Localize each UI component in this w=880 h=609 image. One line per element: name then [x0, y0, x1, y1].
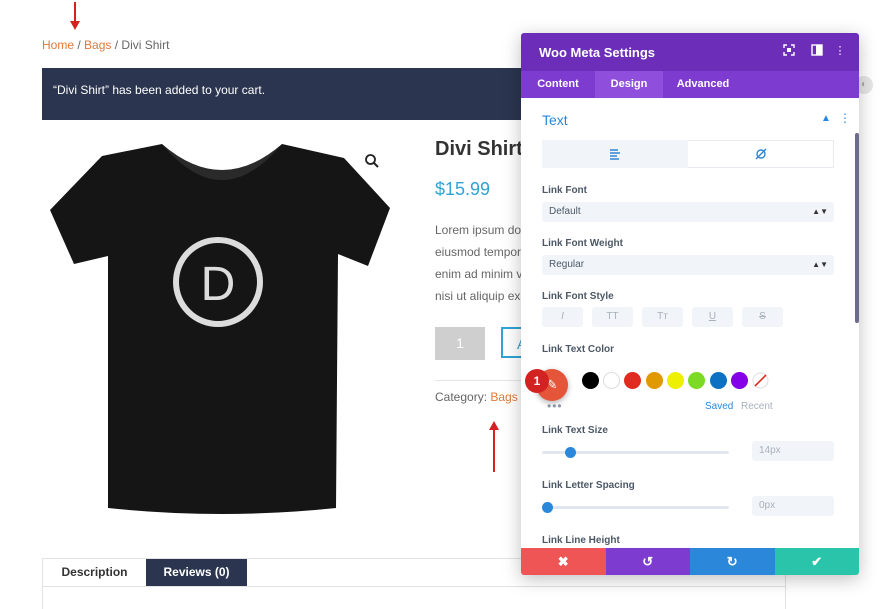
uppercase-button[interactable]: TT	[592, 307, 633, 327]
modal-title: Woo Meta Settings	[539, 45, 656, 60]
category-label: Category:	[435, 390, 491, 404]
breadcrumb-home-link[interactable]: Home	[42, 38, 74, 52]
color-swatch-black[interactable]	[582, 372, 599, 389]
underline-button[interactable]: U	[692, 307, 733, 327]
link-letter-spacing-input[interactable]: 0px	[752, 496, 834, 516]
align-left-icon	[610, 149, 620, 160]
step-marker-badge: 1	[525, 369, 549, 393]
description-line: eiusmod tempor	[435, 245, 522, 259]
link-font-style-label: Link Font Style	[542, 291, 614, 302]
shirt-logo-letter: D	[201, 258, 236, 311]
description-line: nisi ut aliquip ex	[435, 289, 521, 303]
strikethrough-button[interactable]: S	[742, 307, 783, 327]
tab-description[interactable]: Description	[43, 559, 146, 586]
split-view-icon[interactable]	[810, 44, 824, 58]
quantity-input[interactable]: 1	[435, 327, 485, 360]
discard-button[interactable]: ✖	[521, 548, 606, 575]
category-link[interactable]: Bags	[490, 390, 517, 404]
modal-scrollbar[interactable]	[855, 133, 859, 323]
chevron-up-icon[interactable]: ▲	[821, 113, 831, 124]
breadcrumb-current: Divi Shirt	[121, 38, 170, 52]
tabs-divider	[43, 586, 785, 587]
annotation-arrow-up	[493, 429, 495, 472]
clear-color-icon[interactable]	[752, 372, 769, 389]
save-button[interactable]: ✔	[774, 548, 859, 575]
link-text-color-label: Link Text Color	[542, 344, 615, 355]
breadcrumb-separator: /	[111, 38, 122, 52]
link-text-size-slider[interactable]	[542, 447, 729, 458]
saved-colors-tab[interactable]: Saved	[705, 401, 733, 412]
fullscreen-icon[interactable]	[782, 44, 796, 58]
more-options-icon[interactable]: ⋮	[833, 44, 847, 58]
align-left-button[interactable]	[542, 140, 688, 168]
product-category: Category: Bags	[435, 390, 518, 404]
tab-reviews[interactable]: Reviews (0)	[146, 559, 247, 586]
tab-design[interactable]: Design	[595, 71, 663, 98]
color-swatch-red[interactable]	[624, 372, 641, 389]
link-font-select[interactable]: Default ▲▼	[542, 202, 834, 222]
section-title[interactable]: Text	[542, 112, 568, 128]
product-description: Lorem ipsum dol eiusmod tempor enim ad m…	[435, 219, 525, 307]
link-letter-spacing-label: Link Letter Spacing	[542, 480, 635, 491]
meta-divider	[435, 380, 525, 381]
tab-advanced[interactable]: Advanced	[663, 71, 743, 98]
link-font-label: Link Font	[542, 185, 587, 196]
link-font-weight-select[interactable]: Regular ▲▼	[542, 255, 834, 275]
color-swatch-white[interactable]	[603, 372, 620, 389]
breadcrumb-bags-link[interactable]: Bags	[84, 38, 111, 52]
breadcrumb: Home / Bags / Divi Shirt	[42, 38, 169, 52]
color-swatch-yellow[interactable]	[667, 372, 684, 389]
capitalize-button[interactable]: Tт	[642, 307, 683, 327]
product-image[interactable]: D	[44, 136, 400, 528]
description-line: enim ad minim v	[435, 267, 523, 281]
color-swatch-blue[interactable]	[710, 372, 727, 389]
link-font-weight-label: Link Font Weight	[542, 238, 623, 249]
select-caret-icon: ▲▼	[812, 260, 828, 269]
select-caret-icon: ▲▼	[812, 207, 828, 216]
link-text-size-input[interactable]: 14px	[752, 441, 834, 461]
tab-content[interactable]: Content	[521, 71, 595, 98]
color-swatch-orange[interactable]	[646, 372, 663, 389]
cart-notice-text: “Divi Shirt” has been added to your cart…	[53, 83, 266, 97]
woo-meta-settings-modal: Woo Meta Settings ⋮ Content Design Advan…	[521, 33, 859, 575]
tshirt-shape	[50, 144, 390, 514]
annotation-arrow-head-down	[70, 21, 80, 30]
recent-colors-tab[interactable]: Recent	[741, 401, 773, 412]
zoom-icon[interactable]	[364, 153, 380, 169]
color-swatch-green[interactable]	[688, 372, 705, 389]
breadcrumb-separator: /	[74, 38, 85, 52]
redo-button[interactable]: ↻	[690, 548, 775, 575]
cart-notice: “Divi Shirt” has been added to your cart…	[42, 68, 542, 120]
hover-state-icon[interactable]	[755, 148, 767, 160]
link-font-weight-value: Regular	[549, 259, 585, 270]
color-swatch-purple[interactable]	[731, 372, 748, 389]
product-price: $15.99	[435, 179, 491, 199]
slider-thumb[interactable]	[564, 447, 576, 458]
annotation-arrow-down	[74, 2, 76, 22]
link-text-size-label: Link Text Size	[542, 425, 608, 436]
link-letter-spacing-slider[interactable]	[542, 502, 729, 513]
more-colors-icon[interactable]: •••	[547, 399, 563, 413]
section-options-icon[interactable]: ⋮	[839, 111, 851, 125]
product-title: Divi Shirt	[435, 138, 523, 160]
italic-button[interactable]: I	[542, 307, 583, 327]
description-line: Lorem ipsum dol	[435, 223, 524, 237]
link-font-value: Default	[549, 206, 581, 217]
slider-thumb[interactable]	[542, 502, 554, 513]
link-line-height-label: Link Line Height	[542, 535, 620, 546]
undo-button[interactable]: ↺	[605, 548, 690, 575]
